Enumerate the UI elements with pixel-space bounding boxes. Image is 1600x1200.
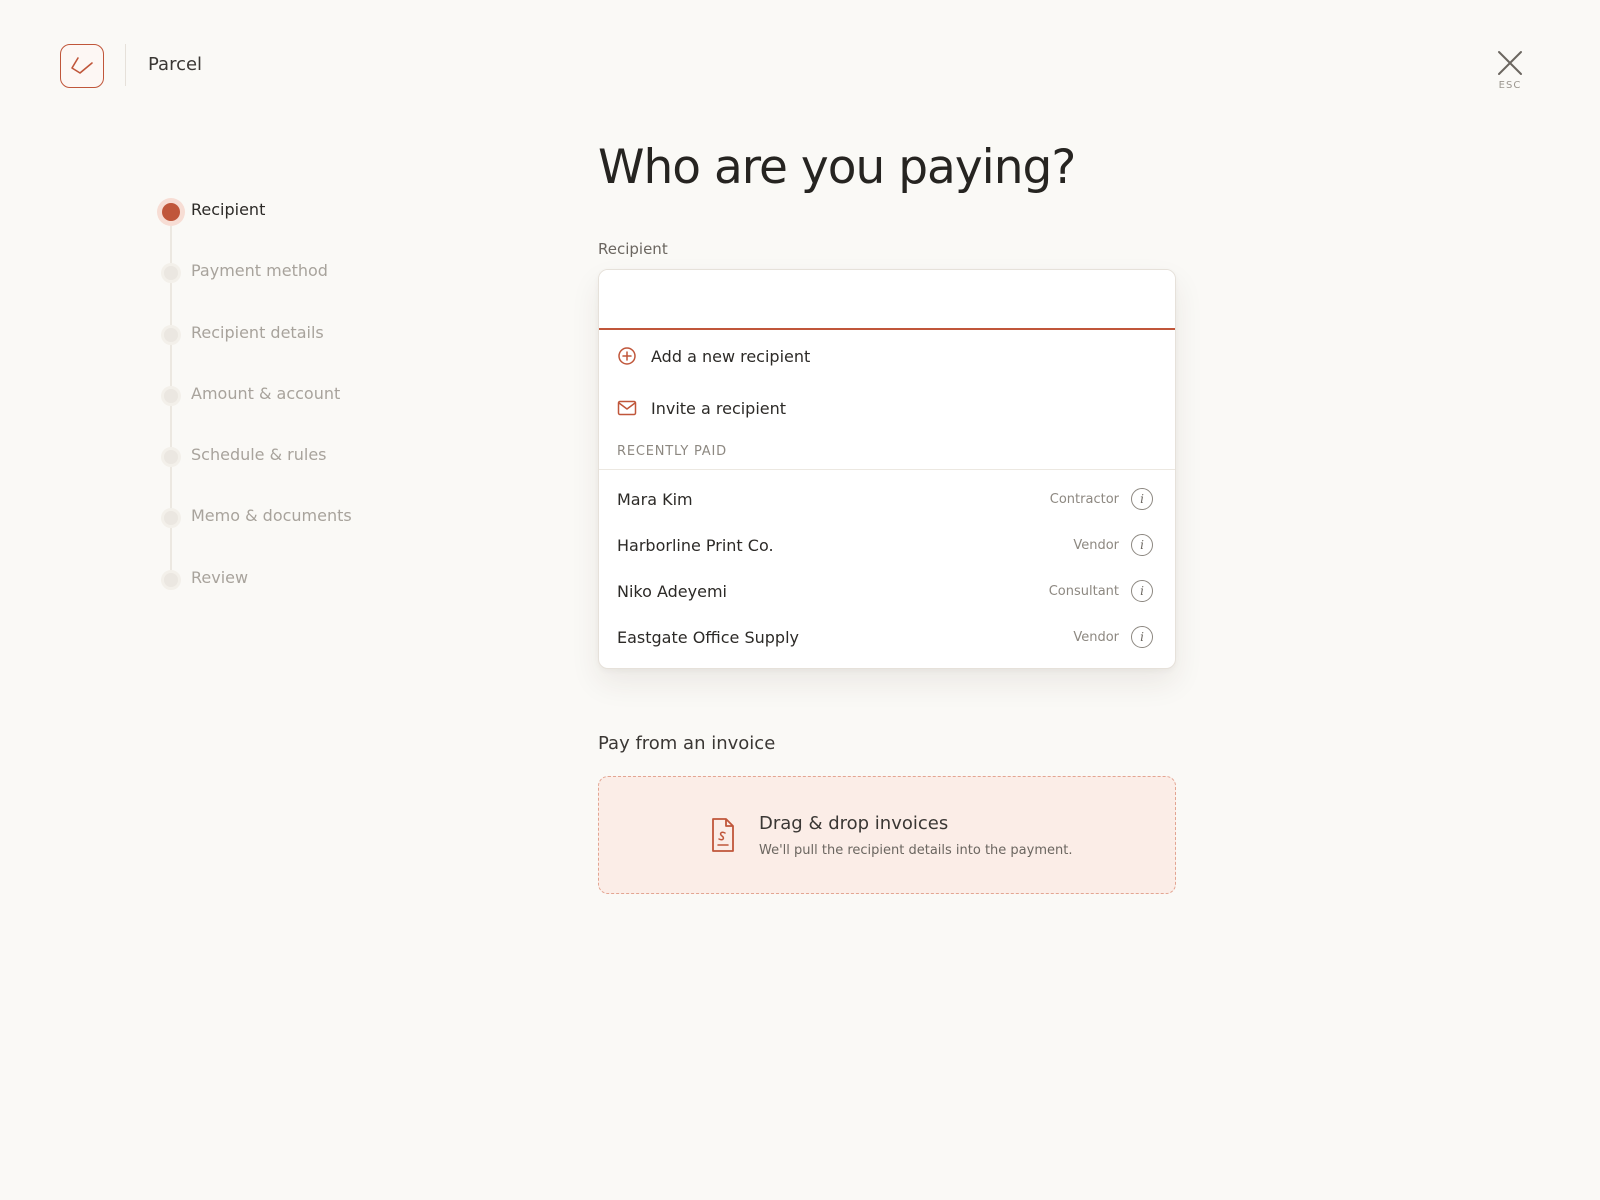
add-new-recipient-option[interactable]: Add a new recipient — [599, 330, 1175, 382]
step-indicator — [161, 385, 181, 406]
step-schedule-rules[interactable]: Schedule & rules — [157, 443, 457, 504]
step-label: Review — [191, 567, 249, 587]
recent-recipient-row[interactable]: Mara Kim Contractor i — [599, 476, 1175, 522]
step-payment-method[interactable]: Payment method — [157, 259, 457, 320]
step-review[interactable]: Review — [157, 566, 457, 627]
page-title: Who are you paying? — [598, 140, 1076, 195]
step-indicator — [161, 508, 181, 529]
recipient-name: Mara Kim — [617, 489, 693, 509]
option-label: Invite a recipient — [651, 398, 787, 418]
recently-paid-heading: RECENTLY PAID — [599, 434, 1175, 470]
step-memo-documents[interactable]: Memo & documents — [157, 504, 457, 565]
step-label: Recipient — [191, 200, 266, 219]
recent-recipient-row[interactable]: Niko Adeyemi Consultant i — [599, 568, 1175, 614]
recent-recipient-row[interactable]: Harborline Print Co. Vendor i — [599, 522, 1175, 568]
recipient-field-label: Recipient — [598, 240, 668, 258]
info-icon[interactable]: i — [1131, 488, 1153, 510]
recently-paid-list: Mara Kim Contractor i Harborline Print C… — [599, 470, 1175, 668]
step-indicator — [161, 447, 181, 468]
parcel-logo[interactable] — [60, 44, 104, 88]
recent-recipient-row[interactable]: Eastgate Office Supply Vendor i — [599, 614, 1175, 660]
mail-icon — [617, 400, 637, 416]
recipient-type: Vendor — [1073, 629, 1119, 645]
option-label: Add a new recipient — [651, 346, 811, 366]
dropzone-subtitle: We'll pull the recipient details into th… — [759, 842, 1073, 858]
dropzone-title: Drag & drop invoices — [759, 812, 949, 834]
step-recipient-details[interactable]: Recipient details — [157, 321, 457, 382]
close-button[interactable]: ESC — [1490, 50, 1530, 106]
recipient-combobox: Add a new recipient Invite a recipient R… — [598, 269, 1176, 669]
invite-recipient-option[interactable]: Invite a recipient — [599, 382, 1175, 434]
recipient-name: Eastgate Office Supply — [617, 627, 799, 647]
dropzone-text: Drag & drop invoices We'll pull the reci… — [759, 813, 1072, 858]
info-icon[interactable]: i — [1131, 580, 1153, 602]
plus-circle-icon — [618, 347, 636, 365]
step-progress: Recipient Payment method Recipient detai… — [157, 198, 457, 627]
brand-name: Parcel — [148, 54, 203, 75]
info-icon[interactable]: i — [1131, 534, 1153, 556]
step-amount-account[interactable]: Amount & account — [157, 382, 457, 443]
step-indicator — [161, 569, 181, 590]
logo-check-icon — [71, 57, 93, 74]
payment-flow-page: Parcel ESC Recipient Payment method Reci… — [0, 0, 1600, 1200]
step-label: Memo & documents — [191, 506, 352, 526]
main-content: Who are you paying? Recipient Add a new … — [598, 138, 1176, 894]
step-indicator — [161, 263, 181, 284]
close-icon — [1498, 51, 1522, 75]
recipient-type: Vendor — [1073, 537, 1119, 553]
recipient-type: Contractor — [1049, 491, 1119, 507]
step-label: Recipient details — [191, 322, 324, 342]
invoice-document-icon — [712, 818, 734, 852]
step-recipient[interactable]: Recipient — [157, 198, 457, 259]
step-label: Amount & account — [191, 383, 341, 403]
step-label: Schedule & rules — [191, 445, 327, 465]
recipient-name: Harborline Print Co. — [617, 535, 774, 555]
step-indicator — [162, 203, 180, 221]
recipient-type: Consultant — [1048, 583, 1119, 599]
recipient-name: Niko Adeyemi — [617, 581, 727, 601]
brand-divider — [125, 44, 126, 86]
step-label: Payment method — [191, 261, 328, 281]
esc-hint: ESC — [1498, 80, 1522, 91]
info-icon[interactable]: i — [1131, 626, 1153, 648]
invoice-section-heading: Pay from an invoice — [598, 733, 776, 754]
recipient-search-input[interactable] — [599, 270, 1175, 330]
step-indicator — [161, 324, 181, 345]
invoice-dropzone[interactable]: Drag & drop invoices We'll pull the reci… — [598, 776, 1176, 894]
